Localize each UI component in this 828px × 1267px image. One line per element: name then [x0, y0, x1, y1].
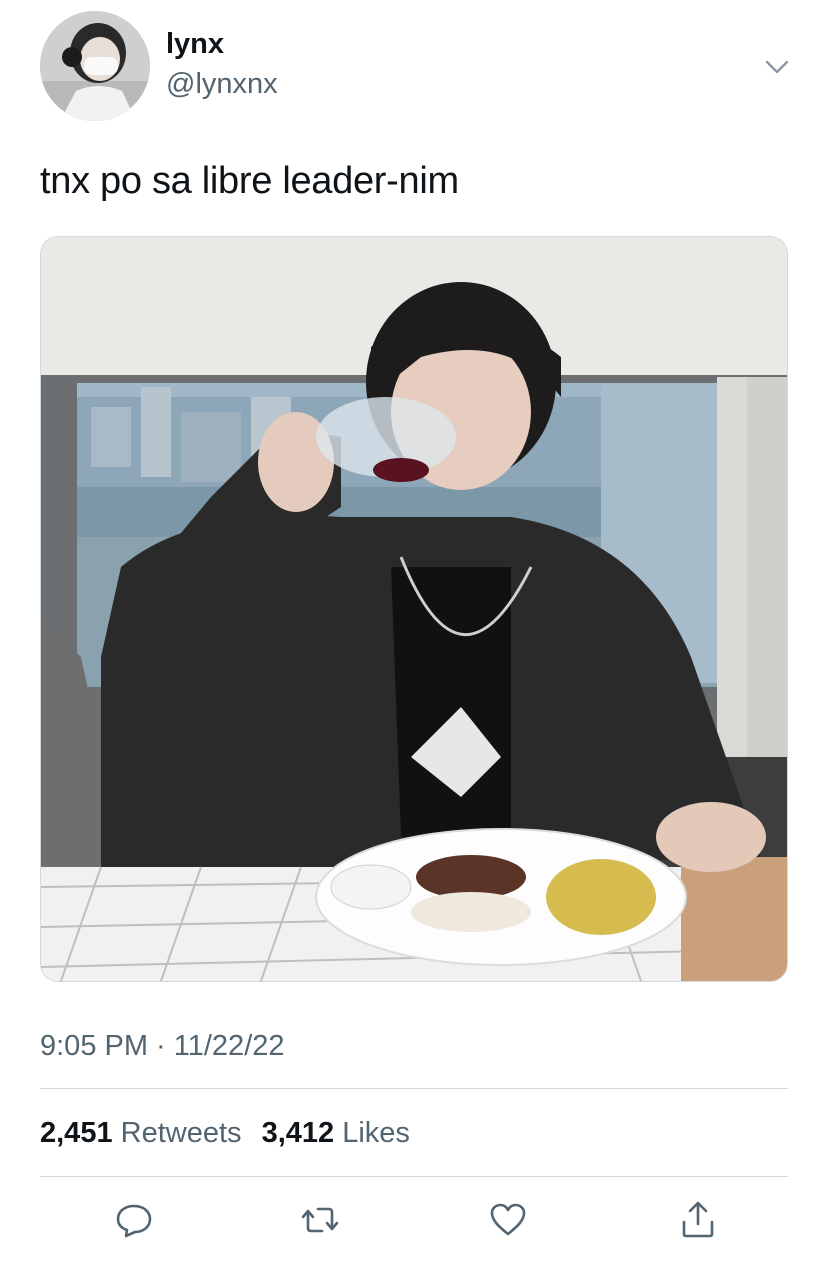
author-display-name[interactable]: lynx	[166, 28, 224, 61]
avatar[interactable]	[40, 11, 150, 121]
likes-count[interactable]: 3,412	[262, 1117, 335, 1149]
chevron-down-icon[interactable]	[763, 52, 791, 80]
author-handle[interactable]: @lynxnx	[166, 68, 278, 101]
tweet-text: tnx po sa libre leader-nim	[40, 160, 459, 202]
reply-icon[interactable]	[114, 1200, 154, 1240]
tweet-stats: 2,451 Retweets 3,412 Likes	[40, 1117, 422, 1150]
share-icon[interactable]	[678, 1200, 718, 1240]
retweet-icon[interactable]	[300, 1200, 340, 1240]
retweets-label[interactable]: Retweets	[121, 1117, 242, 1149]
retweets-count[interactable]: 2,451	[40, 1117, 113, 1149]
tweet-photo[interactable]	[40, 236, 788, 982]
divider	[40, 1176, 788, 1177]
likes-label[interactable]: Likes	[342, 1117, 410, 1149]
tweet-timestamp[interactable]: 9:05 PM · 11/22/22	[40, 1030, 285, 1063]
divider	[40, 1088, 788, 1089]
heart-icon[interactable]	[488, 1200, 528, 1240]
